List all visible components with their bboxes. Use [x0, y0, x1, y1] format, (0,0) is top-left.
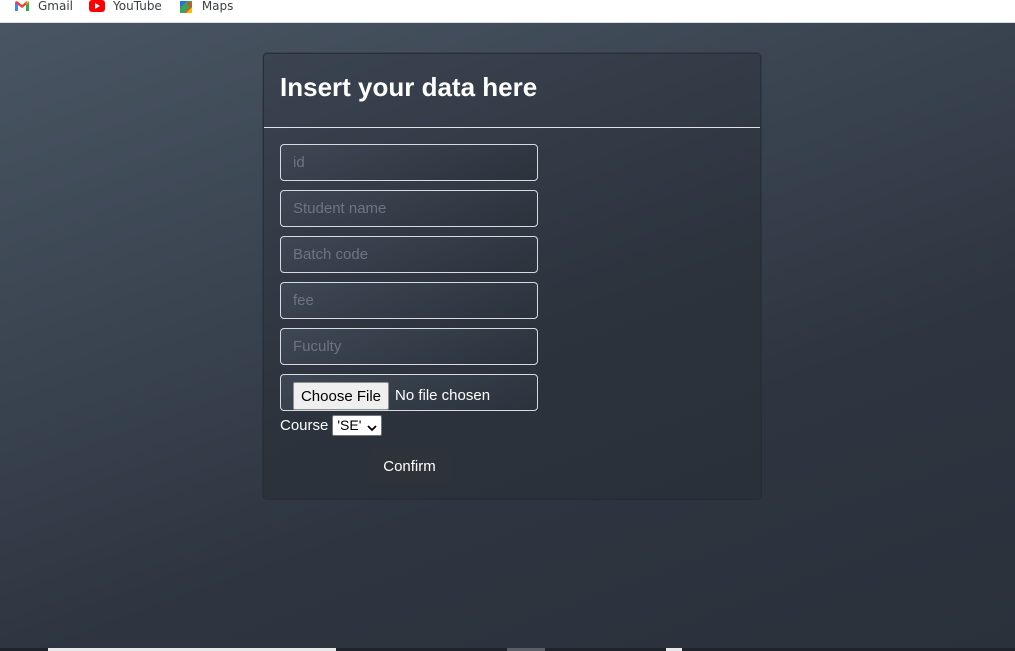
bookmark-label: YouTube [113, 0, 162, 13]
bookmark-label: Maps [201, 0, 234, 13]
bookmark-maps[interactable]: Maps [178, 0, 234, 13]
confirm-button[interactable]: Confirm [369, 447, 450, 485]
file-status-text: No file chosen [395, 387, 491, 404]
bookmark-youtube[interactable]: YouTube [89, 0, 162, 13]
course-select[interactable]: 'SE' [332, 414, 383, 436]
maps-icon [178, 0, 194, 13]
bookmarks-bar: Gmail YouTube Maps [0, 0, 1015, 23]
fee-input[interactable] [280, 282, 538, 319]
chevron-down-icon [367, 420, 377, 431]
card-header: Insert your data here [264, 54, 760, 128]
course-label: Course [280, 416, 329, 434]
course-selected-value: 'SE' [337, 417, 362, 433]
choose-file-button[interactable]: Choose File [293, 382, 389, 410]
form-title: Insert your data here [280, 72, 538, 102]
file-upload-field: Choose File No file chosen [280, 374, 538, 411]
youtube-icon [89, 0, 106, 12]
gmail-icon [14, 0, 30, 12]
bookmark-label: Gmail [38, 0, 74, 13]
data-entry-card: Insert your data here Choose File No fil… [263, 53, 761, 499]
id-input[interactable] [280, 144, 538, 181]
bookmark-gmail[interactable]: Gmail [14, 0, 73, 13]
faculty-input[interactable] [280, 328, 538, 365]
student-name-input[interactable] [280, 190, 538, 227]
batch-code-input[interactable] [280, 236, 538, 273]
course-row: Course 'SE' [280, 414, 383, 436]
